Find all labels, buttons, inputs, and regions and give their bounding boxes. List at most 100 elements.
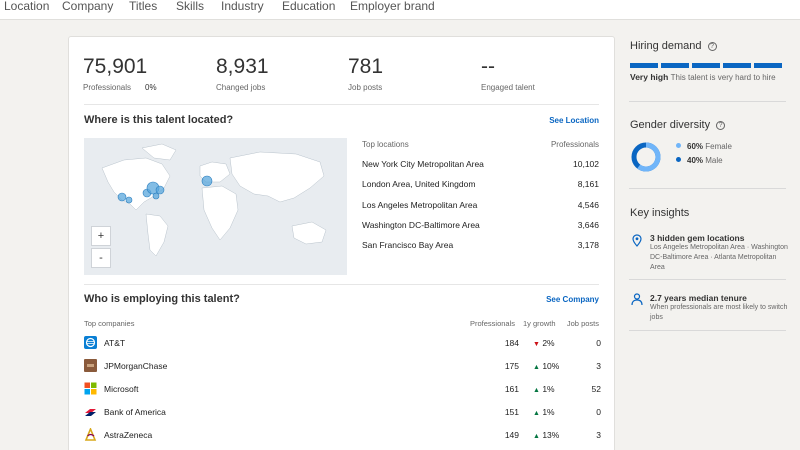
company-name: JPMorganChase (104, 361, 168, 371)
gender-donut-chart (631, 142, 661, 172)
company-growth: ▼ 2% (533, 338, 555, 348)
growth-value: 2% (542, 338, 555, 348)
company-professionals: 175 (504, 361, 519, 371)
demand-segment (754, 63, 782, 68)
demand-description: This talent is very hard to hire (670, 73, 776, 82)
location-count: 4,546 (577, 200, 599, 210)
divider (629, 188, 786, 189)
company-growth-header: 1y growth (523, 319, 556, 328)
company-row[interactable]: JPMorganChase 175 ▲ 10% 3 (84, 359, 601, 375)
north-america-landmass (101, 157, 171, 211)
zoom-out-button[interactable]: - (91, 248, 111, 268)
location-section-title: Where is this talent located? (84, 114, 234, 126)
company-job-posts: 0 (596, 338, 601, 348)
location-row[interactable]: San Francisco Bay Area 3,178 (362, 240, 599, 254)
tab-industry[interactable]: Industry (221, 0, 264, 13)
demand-level: Very high (630, 72, 669, 82)
location-name: Los Angeles Metropolitan Area (362, 200, 478, 210)
company-job-posts-header: Job posts (566, 319, 599, 328)
company-job-posts: 52 (591, 384, 601, 394)
person-icon (631, 293, 643, 311)
company-name: Microsoft (104, 384, 139, 394)
world-map-graphic (101, 143, 327, 257)
location-count: 8,161 (577, 179, 599, 189)
insight-title: 3 hidden gem locations (650, 233, 745, 243)
insight-title: 2.7 years median tenure (650, 293, 747, 303)
location-row[interactable]: London Area, United Kingdom 8,161 (362, 179, 599, 193)
growth-value: 1% (542, 407, 555, 417)
location-name: New York City Metropolitan Area (362, 159, 484, 169)
metric-professionals-delta: 0% (145, 83, 157, 92)
metric-changed-jobs-label: Changed jobs (216, 83, 266, 92)
company-row[interactable]: Microsoft 161 ▲ 1% 52 (84, 382, 601, 398)
map-bubble[interactable] (125, 196, 133, 204)
tab-company[interactable]: Company (62, 0, 113, 13)
map-bubble[interactable] (201, 175, 213, 187)
location-count: 3,178 (577, 240, 599, 250)
astrazeneca-logo-icon (84, 426, 97, 441)
metric-professionals-value: 75,901 (83, 55, 148, 78)
map-bubble[interactable] (152, 192, 160, 200)
help-icon[interactable]: ? (707, 42, 717, 51)
company-growth: ▲ 1% (533, 384, 555, 394)
company-growth: ▲ 1% (533, 407, 555, 417)
divider (84, 104, 599, 105)
company-row[interactable]: AT&T 184 ▼ 2% 0 (84, 336, 601, 352)
company-growth: ▲ 13% (533, 430, 559, 440)
location-professionals-header: Professionals (550, 140, 599, 149)
map-bubble[interactable] (117, 192, 127, 202)
hiring-demand-title-text: Hiring demand (630, 40, 702, 52)
male-label: Male (705, 156, 723, 165)
demand-segment (723, 63, 751, 68)
south-america-landmass (145, 213, 169, 257)
female-dot-icon (676, 143, 681, 148)
divider (629, 101, 786, 102)
arrow-up-icon: ▲ (533, 364, 540, 371)
metric-job-posts-value: 781 (348, 55, 384, 78)
map-bubble[interactable] (155, 185, 165, 195)
hiring-demand-title: Hiring demand? (630, 40, 717, 52)
company-row[interactable]: Bank of America 151 ▲ 1% 0 (84, 405, 601, 421)
company-row[interactable]: AstraZeneca 149 ▲ 13% 3 (84, 426, 601, 444)
growth-value: 10% (542, 361, 560, 371)
metric-engaged-talent-value: -- (481, 55, 495, 78)
help-icon[interactable]: ? (716, 121, 726, 130)
tab-skills[interactable]: Skills (176, 0, 204, 13)
metric-engaged-talent-label: Engaged talent (481, 83, 535, 92)
company-professionals: 151 (504, 407, 519, 417)
att-logo-icon (84, 336, 97, 349)
top-locations-header: Top locations (362, 140, 409, 149)
tab-education[interactable]: Education (282, 0, 335, 13)
microsoft-logo-icon (84, 382, 97, 395)
location-row[interactable]: Los Angeles Metropolitan Area 4,546 (362, 200, 599, 214)
world-map[interactable]: + - (84, 138, 347, 275)
demand-segment (630, 63, 658, 68)
see-company-link[interactable]: See Company (546, 295, 599, 304)
tab-employer-brand[interactable]: Employer brand (350, 0, 435, 13)
location-row[interactable]: Washington DC-Baltimore Area 3,646 (362, 220, 599, 234)
location-count: 3,646 (577, 220, 599, 230)
growth-value: 1% (542, 384, 555, 394)
location-pin-icon (632, 234, 642, 252)
company-section-title: Who is employing this talent? (84, 293, 240, 305)
metric-changed-jobs-value: 8,931 (216, 55, 269, 78)
asia-landmass (229, 151, 325, 203)
male-dot-icon (676, 157, 681, 162)
talent-overview-card: 75,901 Professionals 0% 8,931 Changed jo… (68, 36, 615, 450)
arrow-up-icon: ▲ (533, 433, 540, 440)
insight-subtitle: Los Angeles Metropolitan Area · Washingt… (650, 244, 788, 271)
gender-diversity-title-text: Gender diversity (630, 119, 711, 131)
location-row[interactable]: New York City Metropolitan Area 10,102 (362, 159, 599, 173)
tab-titles[interactable]: Titles (129, 0, 157, 13)
divider (629, 279, 786, 280)
zoom-in-button[interactable]: + (91, 226, 111, 246)
company-job-posts: 0 (596, 407, 601, 417)
company-name: Bank of America (104, 407, 166, 417)
africa-landmass (201, 185, 239, 241)
location-name: Washington DC-Baltimore Area (362, 220, 480, 230)
company-job-posts: 3 (596, 361, 601, 371)
female-pct: 60% (687, 142, 704, 151)
see-location-link[interactable]: See Location (549, 116, 599, 125)
tab-location[interactable]: Location (4, 0, 49, 13)
male-pct: 40% (687, 156, 704, 165)
